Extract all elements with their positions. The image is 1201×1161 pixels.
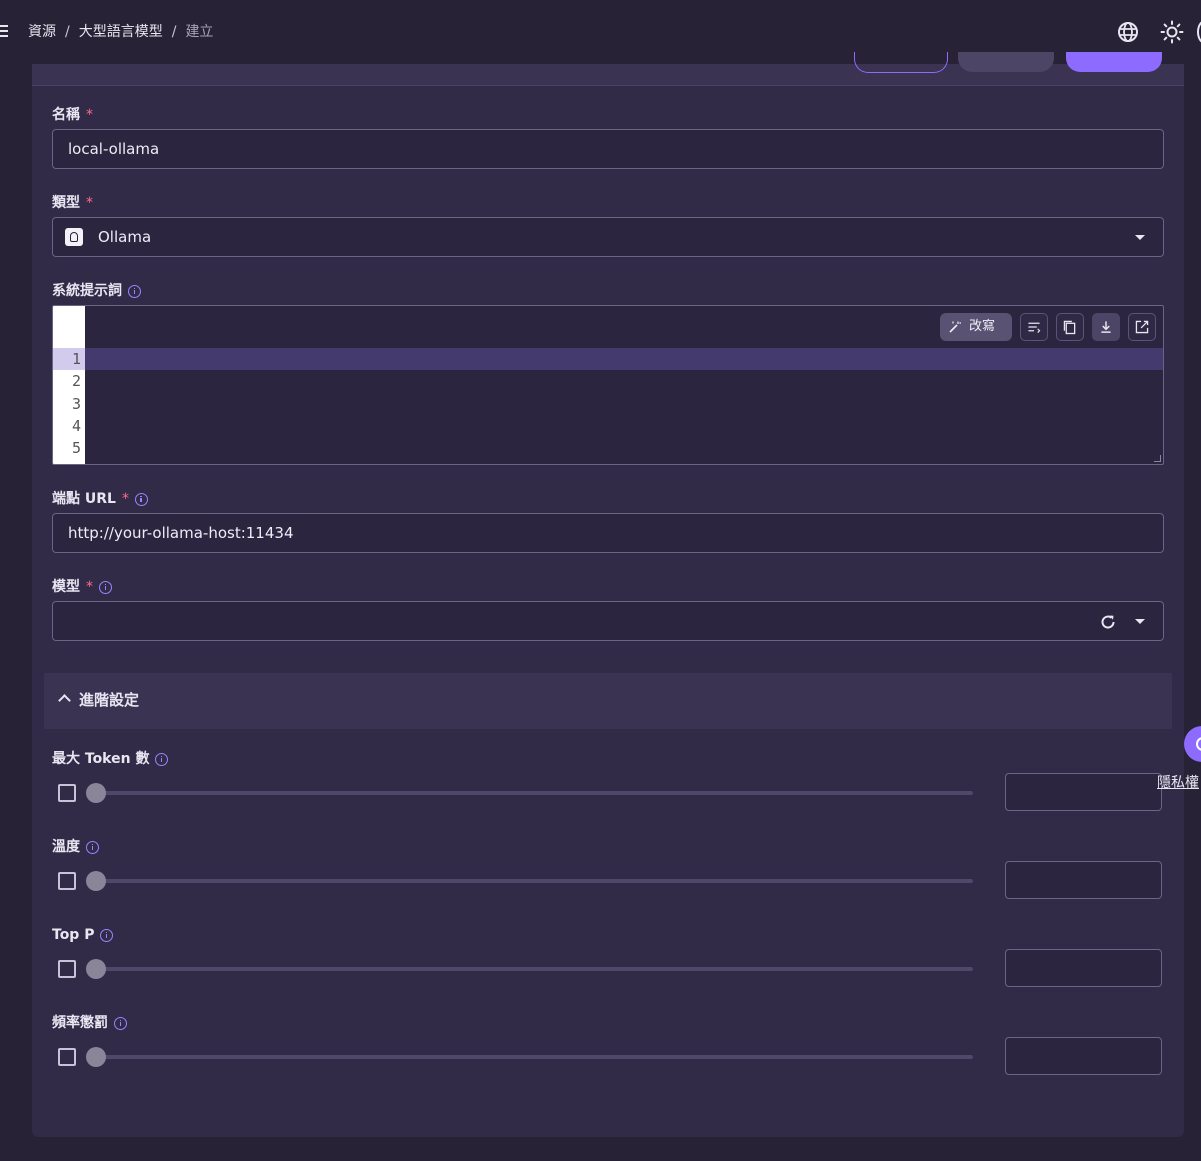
info-icon[interactable] (86, 840, 99, 854)
sun-icon[interactable] (1160, 20, 1184, 44)
required-mark: * (86, 107, 93, 123)
ollama-logo-icon (65, 228, 83, 246)
temperature-slider-thumb[interactable] (86, 871, 106, 891)
max-tokens-label: 最大 Token 數 (52, 749, 169, 769)
frequency-penalty-slider-thumb[interactable] (86, 1047, 106, 1067)
download-icon[interactable] (1092, 313, 1120, 341)
temperature-checkbox[interactable] (58, 872, 76, 890)
info-icon[interactable] (134, 492, 148, 506)
frequency-penalty-checkbox[interactable] (58, 1048, 76, 1066)
temperature-label-text: 溫度 (52, 839, 80, 855)
max-tokens-input[interactable] (1005, 773, 1162, 811)
magic-wand-icon (949, 321, 961, 333)
type-select[interactable]: Ollama (52, 217, 1164, 257)
format-icon[interactable] (1020, 313, 1048, 341)
name-label: 名稱 * (52, 105, 93, 125)
menu-icon[interactable] (0, 25, 8, 37)
line-number: 3 (71, 395, 81, 413)
copy-icon[interactable] (1056, 313, 1084, 341)
form-card: 名稱 * local-ollama 類型 * Ollama 系統提示詞 1 2 3 … (32, 52, 1184, 1137)
top-p-label: Top P (52, 925, 114, 945)
caret-down-icon[interactable] (1135, 235, 1145, 240)
breadcrumb: 資源 / 大型語言模型 / 建立 (28, 22, 213, 42)
info-icon[interactable] (155, 752, 169, 766)
chevron-up-icon (58, 694, 71, 707)
privacy-fab-button[interactable] (1184, 726, 1201, 762)
endpoint-label: 端點 URL * (52, 489, 148, 509)
max-tokens-slider-track[interactable] (96, 791, 973, 795)
header-secondary-button[interactable] (958, 52, 1054, 72)
max-tokens-checkbox[interactable] (58, 784, 76, 802)
breadcrumb-llm[interactable]: 大型語言模型 (79, 24, 163, 40)
open-external-icon[interactable] (1128, 313, 1156, 341)
temperature-slider-track[interactable] (96, 879, 973, 883)
avatar[interactable] (1197, 20, 1201, 44)
line-number: 4 (71, 417, 81, 435)
privacy-link[interactable]: 隱私權 (1157, 773, 1199, 793)
endpoint-url-input[interactable]: http://your-ollama-host:11434 (52, 513, 1164, 553)
max-tokens-label-text: 最大 Token 數 (52, 751, 150, 767)
info-icon[interactable] (99, 580, 112, 594)
endpoint-url-value: http://your-ollama-host:11434 (68, 524, 294, 542)
temperature-label: 溫度 (52, 837, 99, 857)
temperature-input[interactable] (1005, 861, 1162, 899)
info-icon[interactable] (128, 284, 141, 298)
model-select[interactable] (52, 601, 1164, 641)
info-icon[interactable] (100, 928, 114, 942)
top-p-label-text: Top P (52, 927, 95, 943)
line-number: 2 (71, 372, 81, 390)
breadcrumb-separator: / (65, 24, 70, 40)
type-label-text: 類型 (52, 195, 80, 211)
type-select-value: Ollama (98, 228, 152, 246)
refresh-icon[interactable] (1099, 613, 1117, 631)
rewrite-button[interactable]: 改寫 (940, 313, 1012, 341)
endpoint-label-text: 端點 URL (52, 491, 116, 507)
top-p-checkbox[interactable] (58, 960, 76, 978)
required-mark: * (86, 195, 93, 211)
frequency-penalty-label: 頻率懲罰 (52, 1013, 127, 1033)
line-number: 1 (71, 350, 81, 368)
breadcrumb-separator: / (171, 24, 177, 40)
resize-handle[interactable] (1154, 455, 1161, 462)
advanced-settings-toggle[interactable]: 進階設定 (44, 673, 1172, 729)
frequency-penalty-label-text: 頻率懲罰 (52, 1015, 108, 1031)
name-label-text: 名稱 (52, 107, 80, 123)
model-label-text: 模型 (52, 579, 80, 595)
type-label: 類型 * (52, 193, 93, 213)
required-mark: * (86, 579, 93, 595)
header-outline-button[interactable] (854, 52, 948, 73)
card-header (32, 52, 1184, 86)
frequency-penalty-input[interactable] (1005, 1037, 1162, 1075)
model-label: 模型 * (52, 577, 112, 597)
breadcrumb-current: 建立 (185, 24, 214, 40)
top-p-slider-thumb[interactable] (86, 959, 106, 979)
advanced-settings-title: 進階設定 (79, 691, 140, 709)
system-prompt-label-text: 系統提示詞 (52, 283, 122, 299)
line-number: 5 (71, 439, 81, 457)
name-input-value: local-ollama (68, 140, 160, 158)
active-line-highlight (53, 348, 1163, 370)
required-mark: * (121, 491, 129, 507)
header-primary-button[interactable] (1066, 52, 1162, 72)
max-tokens-slider-thumb[interactable] (86, 783, 106, 803)
globe-icon[interactable] (1116, 20, 1140, 44)
top-p-slider-track[interactable] (96, 967, 973, 971)
system-prompt-label: 系統提示詞 (52, 281, 141, 301)
rewrite-button-label: 改寫 (969, 319, 996, 334)
top-p-input[interactable] (1005, 949, 1162, 987)
name-input[interactable]: local-ollama (52, 129, 1164, 169)
breadcrumb-resources[interactable]: 資源 (28, 24, 56, 40)
frequency-penalty-slider-track[interactable] (96, 1055, 973, 1059)
info-icon[interactable] (114, 1016, 127, 1030)
caret-down-icon[interactable] (1135, 619, 1145, 624)
system-prompt-editor[interactable]: 1 2 3 4 5 改寫 (52, 305, 1164, 465)
